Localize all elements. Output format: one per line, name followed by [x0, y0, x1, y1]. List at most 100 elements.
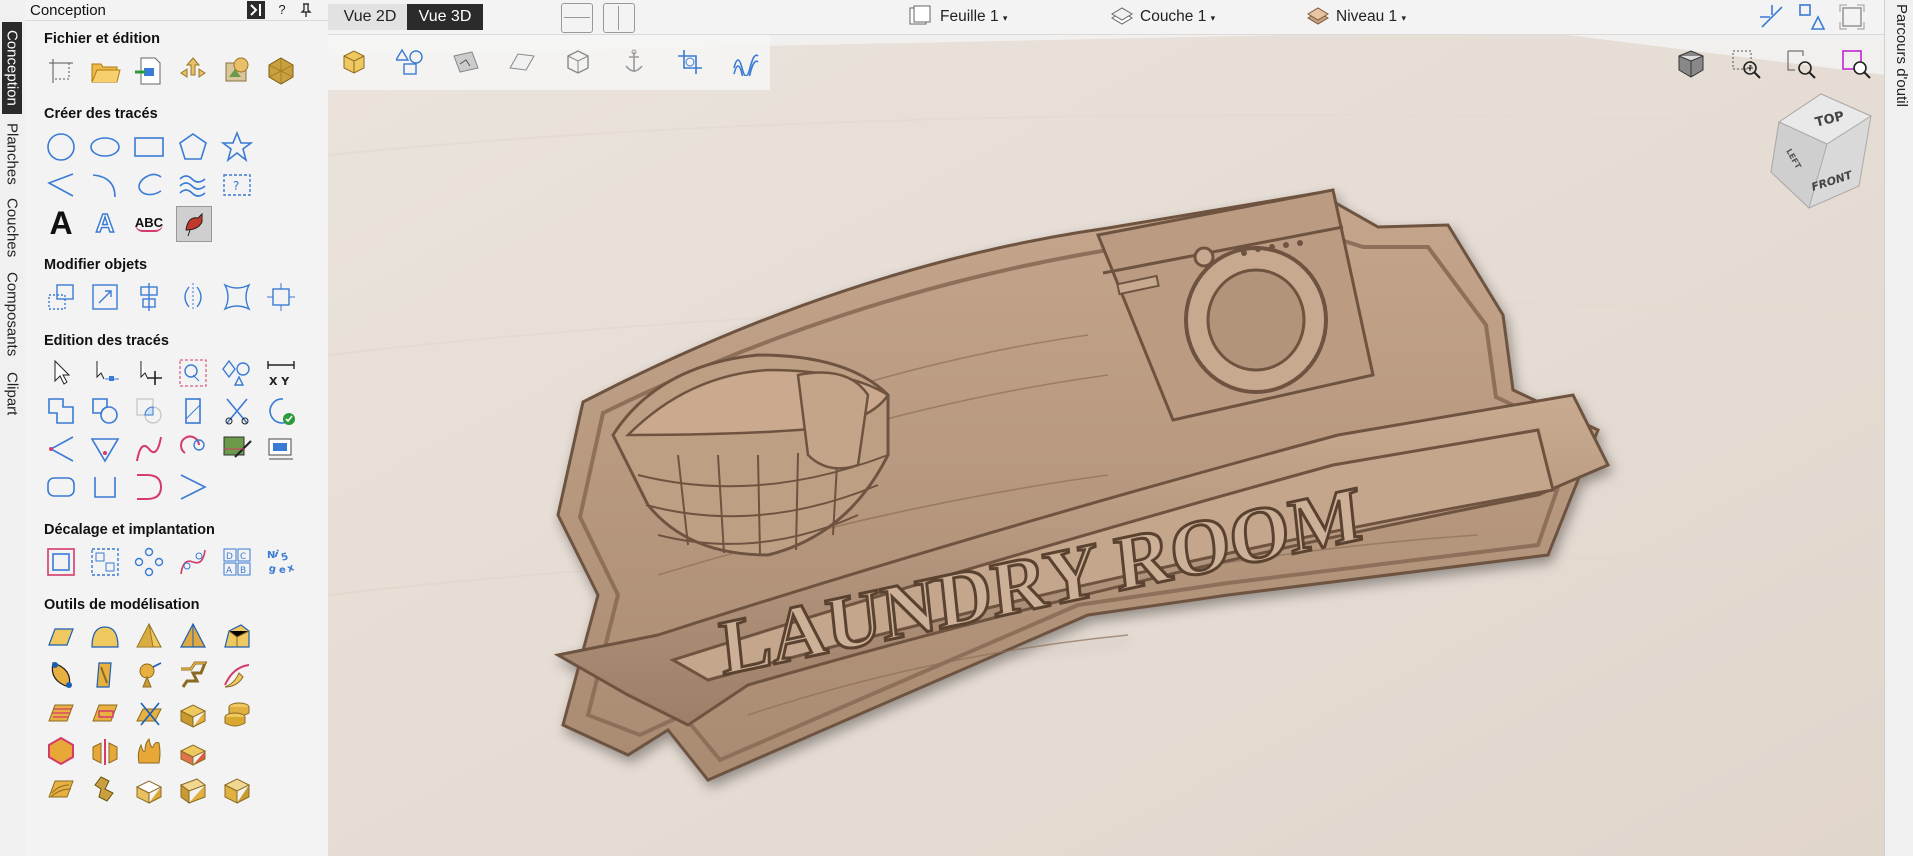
star-icon[interactable]: [220, 130, 254, 164]
text-on-curve-tool[interactable]: ABC: [132, 206, 166, 240]
import-component-icon[interactable]: [176, 54, 210, 88]
stack-components-icon[interactable]: [220, 696, 254, 730]
tab-composants[interactable]: Composants: [2, 268, 22, 360]
view-cube[interactable]: TOP FRONT LEFT: [1765, 90, 1877, 212]
polyline-icon[interactable]: [44, 168, 78, 202]
curve-icon[interactable]: [132, 168, 166, 202]
close-vectors-icon[interactable]: [264, 394, 298, 428]
transform-pointer-icon[interactable]: [132, 356, 166, 390]
shaded-model-icon[interactable]: [340, 48, 368, 76]
bake-model-icon[interactable]: [176, 772, 210, 806]
join-smooth-icon[interactable]: [132, 470, 166, 504]
job-setup-icon[interactable]: [44, 54, 78, 88]
align-icon[interactable]: [132, 280, 166, 314]
view-3d-button[interactable]: Vue 3D: [407, 4, 483, 30]
snap-options-icon[interactable]: [1798, 3, 1826, 31]
show-material-icon[interactable]: [564, 48, 592, 76]
help-button[interactable]: ?: [273, 1, 291, 19]
pyramid-shape-icon[interactable]: [132, 620, 166, 654]
circle-icon[interactable]: [44, 130, 78, 164]
extrude-weave-icon[interactable]: [176, 658, 210, 692]
distort-icon[interactable]: [220, 280, 254, 314]
smooth-curve-icon[interactable]: [132, 432, 166, 466]
turn-spin-icon[interactable]: [132, 658, 166, 692]
node-edit-icon[interactable]: [88, 356, 122, 390]
distort-model-icon[interactable]: [176, 696, 210, 730]
show-plane-icon[interactable]: [508, 48, 536, 76]
rectangle-icon[interactable]: [132, 130, 166, 164]
crop-icon[interactable]: [676, 48, 704, 76]
tile-icon[interactable]: [264, 432, 298, 466]
trace-bitmap-icon[interactable]: [176, 206, 212, 242]
tab-toolpaths[interactable]: Parcours d'outil: [1893, 4, 1910, 107]
slice-model-icon[interactable]: [132, 696, 166, 730]
wave-pattern-icon[interactable]: [176, 168, 210, 202]
zoom-window-icon[interactable]: [1730, 48, 1762, 80]
move-icon[interactable]: [44, 280, 78, 314]
extrude-shape-icon[interactable]: [220, 620, 254, 654]
import-model-icon[interactable]: [264, 54, 298, 88]
cut-model-icon[interactable]: [176, 734, 210, 768]
fillet-icon[interactable]: [176, 394, 210, 428]
group-select-icon[interactable]: [176, 356, 210, 390]
fullscreen-icon[interactable]: [1838, 3, 1866, 31]
zoom-selection-icon[interactable]: [1840, 48, 1872, 80]
sheet-dropdown[interactable]: Feuille 1 ▾: [940, 4, 1007, 30]
snap-grid-icon[interactable]: [1758, 3, 1786, 31]
view-cube-shaded-icon[interactable]: [1675, 48, 1707, 80]
circular-array-icon[interactable]: [132, 545, 166, 579]
layer-lines-icon[interactable]: [44, 772, 78, 806]
nesting-icon[interactable]: [88, 545, 122, 579]
select-pointer-icon[interactable]: [44, 356, 78, 390]
tab-couches[interactable]: Couches: [2, 196, 22, 260]
shape-editor-icon[interactable]: [44, 620, 78, 654]
fade-icon[interactable]: [88, 696, 122, 730]
rounded-rect-icon[interactable]: [44, 470, 78, 504]
anchor-icon[interactable]: [620, 48, 648, 76]
show-vectors-icon[interactable]: [396, 48, 424, 76]
single-view-icon[interactable]: [561, 3, 593, 33]
pin-icon[interactable]: [297, 1, 315, 19]
dcab-layout-icon[interactable]: DCAB: [220, 545, 254, 579]
dimension-icon[interactable]: ?: [220, 168, 254, 202]
intersect-icon[interactable]: [132, 394, 166, 428]
join-open-vectors-icon[interactable]: [88, 470, 122, 504]
collapse-panel-icon[interactable]: [247, 1, 265, 19]
trim-scissors-icon[interactable]: [220, 394, 254, 428]
zero-model-icon[interactable]: [220, 772, 254, 806]
import-vectors-icon[interactable]: [132, 54, 166, 88]
mirror-icon[interactable]: [176, 280, 210, 314]
vector-texture-icon[interactable]: [220, 432, 254, 466]
triangle-icon[interactable]: [88, 432, 122, 466]
tangent-arc-icon[interactable]: [176, 432, 210, 466]
zoom-fit-icon[interactable]: [1785, 48, 1817, 80]
layer-dropdown[interactable]: Couche 1 ▾: [1140, 4, 1215, 30]
tab-planches[interactable]: Planches: [2, 118, 22, 190]
weld-icon[interactable]: [44, 394, 78, 428]
arc-icon[interactable]: [88, 168, 122, 202]
show-bitmap-icon[interactable]: [452, 48, 480, 76]
flames-icon[interactable]: [132, 734, 166, 768]
offset-icon[interactable]: [44, 545, 78, 579]
import-bitmap-icon[interactable]: [220, 54, 254, 88]
extend-icon[interactable]: [44, 432, 78, 466]
split-view-icon[interactable]: [603, 3, 635, 33]
polygon-icon[interactable]: [176, 130, 210, 164]
array-copy-icon[interactable]: [264, 280, 298, 314]
subtract-icon[interactable]: [88, 394, 122, 428]
open-file-icon[interactable]: [88, 54, 122, 88]
scale-icon[interactable]: [88, 280, 122, 314]
smooth-model-icon[interactable]: [132, 772, 166, 806]
sculpting-icon[interactable]: [220, 658, 254, 692]
angle-shape-icon[interactable]: [176, 620, 210, 654]
auto-layout-text-tool[interactable]: A: [88, 206, 122, 240]
ellipse-icon[interactable]: [88, 130, 122, 164]
measure-xy-icon[interactable]: X Y: [264, 356, 298, 390]
split-model-icon[interactable]: [88, 734, 122, 768]
model-boundary-icon[interactable]: [44, 734, 78, 768]
sweep-two-rails-icon[interactable]: [44, 658, 78, 692]
3d-viewport[interactable]: LAUNDRY ROOM TOP FRONT LEFT: [328, 35, 1885, 856]
view-2d-button[interactable]: Vue 2D: [328, 4, 412, 30]
tab-conception[interactable]: Conception: [2, 22, 22, 114]
toolpath-preview-icon[interactable]: [732, 48, 760, 76]
